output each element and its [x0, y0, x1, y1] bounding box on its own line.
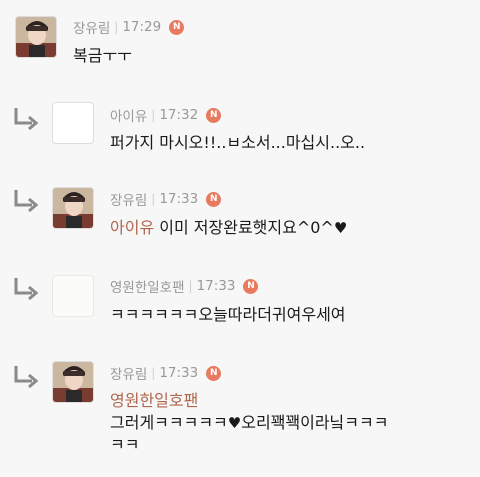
comment-text: 복금ㅜㅜ — [73, 46, 132, 65]
comment-meta: 아이유 | 17:32 N — [110, 104, 222, 126]
comment-reply: 장유림 | 17:33 N 아이유 이미 저장완료햇지요^0^♥ — [0, 172, 480, 259]
mention-link[interactable]: 영원한일호팬 — [110, 390, 198, 412]
timestamp: 17:32 — [159, 107, 199, 123]
comment-text: ㅋㅋㅋㅋㅋㅋ오늘따라더귀여우세여 — [110, 305, 346, 324]
heart-icon: ♥ — [227, 414, 242, 432]
meta-divider: | — [151, 192, 156, 206]
comment-reply: 장유림 | 17:33 N 영원한일호팬 그러게ㅋㅋㅋㅋㅋ♥오리꽥꽥이라닠ㅋㅋㅋ… — [0, 344, 480, 477]
comment-reply: 아이유 | 17:32 N 퍼가지 마시오!!..ㅂ소서...마십시..오.. — [0, 88, 480, 173]
timestamp: 17:33 — [196, 278, 236, 294]
timestamp: 17:29 — [122, 19, 162, 35]
reply-arrow-icon — [14, 190, 39, 213]
timestamp: 17:33 — [159, 191, 199, 207]
comment-meta: 장유림 | 17:29 N — [73, 16, 185, 38]
new-badge: N — [243, 278, 259, 294]
mention-link[interactable]: 아이유 — [110, 218, 154, 237]
avatar[interactable] — [52, 102, 94, 144]
new-badge: N — [206, 107, 222, 123]
avatar[interactable] — [52, 275, 94, 317]
comment-meta: 장유림 | 17:33 N — [110, 188, 222, 210]
new-badge: N — [206, 365, 222, 381]
comment-reply: 영원한일호팬 | 17:33 N ㅋㅋㅋㅋㅋㅋ오늘따라더귀여우세여 — [0, 258, 480, 345]
new-badge: N — [206, 191, 222, 207]
reply-arrow-icon — [14, 278, 39, 301]
avatar[interactable] — [15, 16, 57, 58]
meta-divider: | — [188, 279, 193, 293]
timestamp: 17:33 — [159, 365, 199, 381]
comment-item: 장유림 | 17:29 N 복금ㅜㅜ — [0, 0, 480, 89]
comment-text: 퍼가지 마시오!!..ㅂ소서...마십시..오.. — [110, 133, 366, 152]
reply-arrow-icon — [14, 366, 39, 389]
author-name[interactable]: 아이유 — [110, 105, 147, 125]
author-name[interactable]: 장유림 — [110, 189, 147, 209]
comment-text-body: 이미 저장완료햇지요^0^ — [154, 218, 334, 237]
comment-text: 그러게ㅋㅋㅋㅋㅋ♥오리꽥꽥이라닠ㅋㅋㅋ — [110, 412, 388, 434]
comment-text-line2: ㅋㅋ — [110, 435, 140, 454]
meta-divider: | — [151, 366, 156, 380]
comment-text-part: 그러게ㅋㅋㅋㅋㅋ — [110, 413, 228, 432]
new-badge: N — [169, 19, 185, 35]
avatar[interactable] — [52, 361, 94, 403]
author-name[interactable]: 장유림 — [110, 363, 147, 383]
author-name[interactable]: 장유림 — [73, 17, 110, 37]
meta-divider: | — [151, 108, 156, 122]
comment-text: 아이유 이미 저장완료햇지요^0^♥ — [110, 217, 347, 239]
heart-icon: ♥ — [333, 219, 348, 237]
author-name[interactable]: 영원한일호팬 — [110, 276, 185, 296]
comment-meta: 영원한일호팬 | 17:33 N — [110, 275, 259, 297]
meta-divider: | — [114, 20, 119, 34]
comment-meta: 장유림 | 17:33 N — [110, 362, 222, 384]
comment-text-part: 오리꽥꽥이라닠ㅋㅋㅋ — [241, 413, 389, 432]
reply-arrow-icon — [14, 108, 39, 131]
avatar[interactable] — [52, 187, 94, 229]
